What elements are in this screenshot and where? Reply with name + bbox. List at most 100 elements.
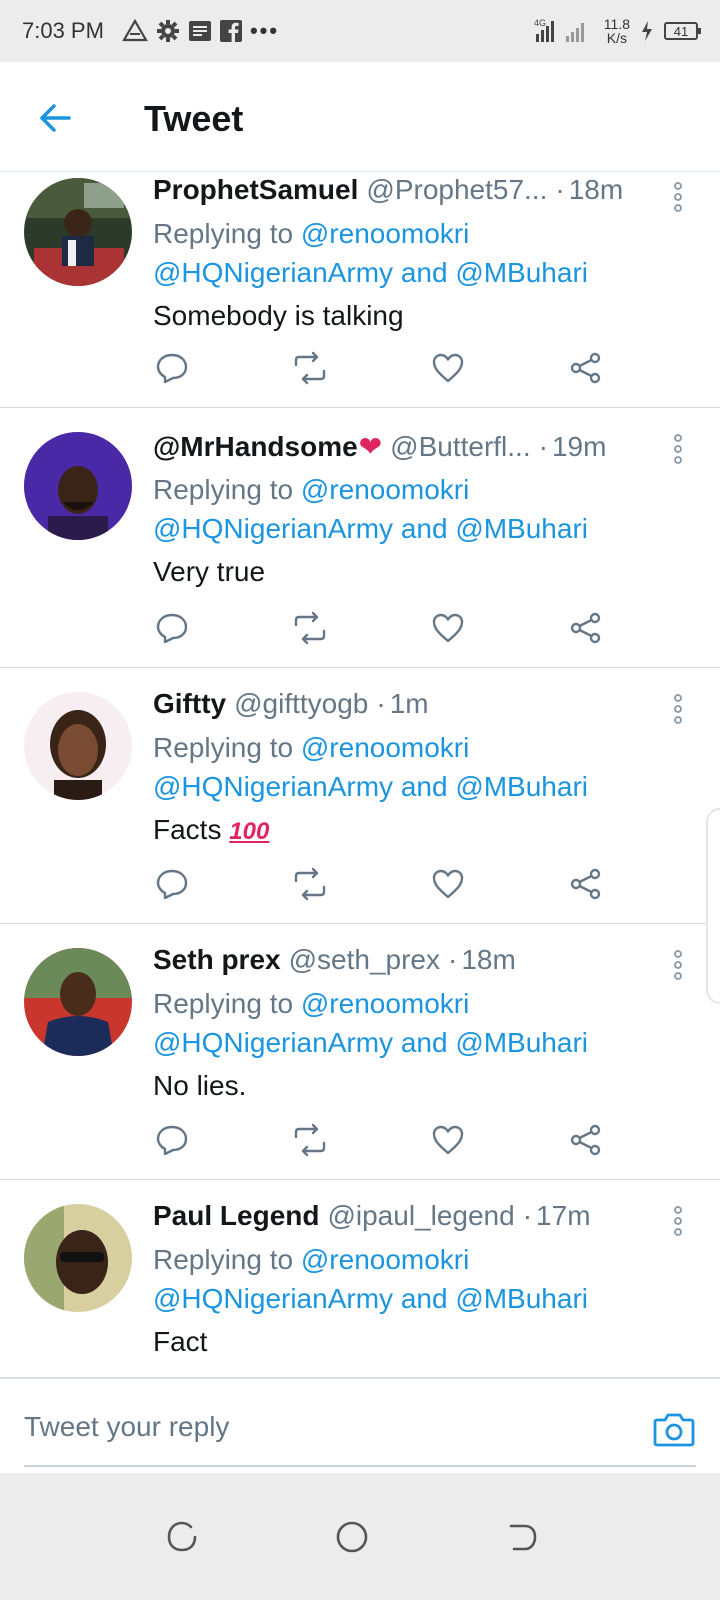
tweet-item[interactable]: Seth prex @seth_prex · 18m Replying to @… (0, 924, 720, 1180)
replies-list[interactable]: ProphetSamuel @Prophet57... · 18m Replyi… (0, 172, 720, 1377)
user-handle[interactable]: @Butterfl... (390, 431, 530, 463)
tweet-item[interactable]: Paul Legend @ipaul_legend · 17m Replying… (0, 1180, 720, 1377)
camera-button[interactable] (652, 1407, 696, 1451)
reply-button[interactable] (152, 608, 192, 648)
mention-link[interactable]: @MBuhari (455, 1283, 588, 1314)
separator: · (522, 1200, 533, 1231)
avatar[interactable] (24, 1204, 132, 1312)
avatar[interactable] (24, 692, 132, 800)
heart-icon (432, 613, 464, 643)
share-button[interactable] (566, 348, 606, 388)
tweet-actions (152, 348, 622, 388)
user-handle[interactable]: @seth_prex (289, 944, 440, 976)
mention-link[interactable]: @renoomokri (301, 988, 469, 1019)
tweet-more-button[interactable] (658, 434, 698, 474)
mention-link[interactable]: @renoomokri (301, 218, 469, 249)
mention-link[interactable]: @renoomokri (301, 1244, 469, 1275)
reply-icon (156, 1125, 188, 1156)
retweet-button[interactable] (290, 348, 330, 388)
charging-icon (640, 20, 654, 42)
tweet-more-button[interactable] (658, 1206, 698, 1246)
tweet-actions (152, 608, 622, 648)
tweet-text: Very true (153, 556, 266, 587)
mention-link[interactable]: @MBuhari (455, 771, 588, 802)
retweet-button[interactable] (290, 1120, 330, 1160)
like-button[interactable] (428, 1120, 468, 1160)
replying-to: Replying to @renoomokri @HQNigerianArmy … (153, 214, 653, 292)
reply-button[interactable] (152, 864, 192, 904)
side-panel-handle[interactable] (706, 808, 720, 1004)
status-bar: 7:03 PM ••• 4G 11.8 K/s 41 (0, 0, 720, 62)
separator: · (538, 431, 548, 462)
home-button[interactable] (330, 1515, 374, 1559)
display-name[interactable]: ProphetSamuel (153, 174, 358, 206)
mention-link[interactable]: @renoomokri (301, 474, 469, 505)
like-button[interactable] (428, 348, 468, 388)
mention-link[interactable]: @HQNigerianArmy (153, 771, 393, 802)
tweet-more-button[interactable] (658, 950, 698, 990)
tweet-item[interactable]: ProphetSamuel @Prophet57... · 18m Replyi… (0, 172, 720, 408)
tweet-actions (152, 864, 622, 904)
display-name[interactable]: @MrHandsome (153, 431, 358, 463)
camera-icon (653, 1413, 695, 1447)
network-speed: 11.8 K/s (603, 16, 630, 46)
mention-link[interactable]: @HQNigerianArmy (153, 1283, 393, 1314)
avatar[interactable] (24, 178, 132, 286)
tweet-more-button[interactable] (658, 182, 698, 222)
avatar[interactable] (24, 948, 132, 1056)
like-button[interactable] (428, 864, 468, 904)
message-icon (188, 20, 212, 42)
mention-link[interactable]: @MBuhari (455, 257, 588, 288)
mention-link[interactable]: @HQNigerianArmy (153, 257, 393, 288)
mention-link[interactable]: @HQNigerianArmy (153, 1027, 393, 1058)
tweet-more-button[interactable] (658, 694, 698, 734)
display-name[interactable]: Giftty (153, 688, 226, 720)
reply-button[interactable] (152, 1120, 192, 1160)
tweet-text: Fact (153, 1326, 208, 1357)
more-vertical-icon (674, 694, 682, 724)
system-nav-bar (0, 1473, 720, 1600)
tweet-text-content: Facts (153, 814, 222, 845)
recents-button[interactable] (160, 1515, 204, 1559)
mention-link[interactable]: @MBuhari (455, 513, 588, 544)
share-button[interactable] (566, 864, 606, 904)
more-vertical-icon (674, 1206, 682, 1236)
retweet-button[interactable] (290, 864, 330, 904)
mention-link[interactable]: @renoomokri (301, 732, 469, 763)
avatar[interactable] (24, 432, 132, 540)
signal-icon: 4G (534, 17, 594, 45)
reply-button[interactable] (152, 348, 192, 388)
heart-icon (432, 869, 464, 899)
drive-icon (122, 19, 148, 43)
tweet-time: 18m (461, 944, 516, 975)
retweet-button[interactable] (290, 608, 330, 648)
replying-prefix: Replying to (153, 732, 294, 763)
tweet-text: Facts 100 (153, 810, 653, 852)
user-handle[interactable]: @ipaul_legend (327, 1200, 514, 1232)
display-name[interactable]: Seth prex (153, 944, 281, 976)
display-name[interactable]: Paul Legend (153, 1200, 319, 1232)
replying-prefix: Replying to (153, 474, 294, 505)
separator: · (448, 944, 458, 975)
share-button[interactable] (566, 1120, 606, 1160)
mention-and: and (400, 513, 448, 544)
like-button[interactable] (428, 608, 468, 648)
mention-link[interactable]: @HQNigerianArmy (153, 513, 393, 544)
separator: · (376, 688, 386, 719)
tweet-text: Somebody is talking (153, 300, 404, 331)
share-icon (570, 352, 601, 384)
back-button[interactable] (32, 96, 76, 140)
user-handle[interactable]: @gifttyogb (234, 688, 368, 720)
user-handle[interactable]: @Prophet57... (366, 174, 547, 206)
tweet-item[interactable]: Giftty @gifttyogb · 1m Replying to @reno… (0, 668, 720, 924)
share-button[interactable] (566, 608, 606, 648)
share-icon (570, 612, 601, 644)
tweet-item[interactable]: @MrHandsome ❤ @Butterfl... · 19m Replyin… (0, 408, 720, 668)
mention-link[interactable]: @MBuhari (455, 1027, 588, 1058)
more-vertical-icon (674, 182, 682, 212)
gear-icon (156, 19, 180, 43)
status-time: 7:03 PM (22, 18, 104, 43)
back-nav-button[interactable] (500, 1515, 544, 1559)
reply-input[interactable] (24, 1397, 614, 1457)
home-icon (336, 1521, 368, 1553)
